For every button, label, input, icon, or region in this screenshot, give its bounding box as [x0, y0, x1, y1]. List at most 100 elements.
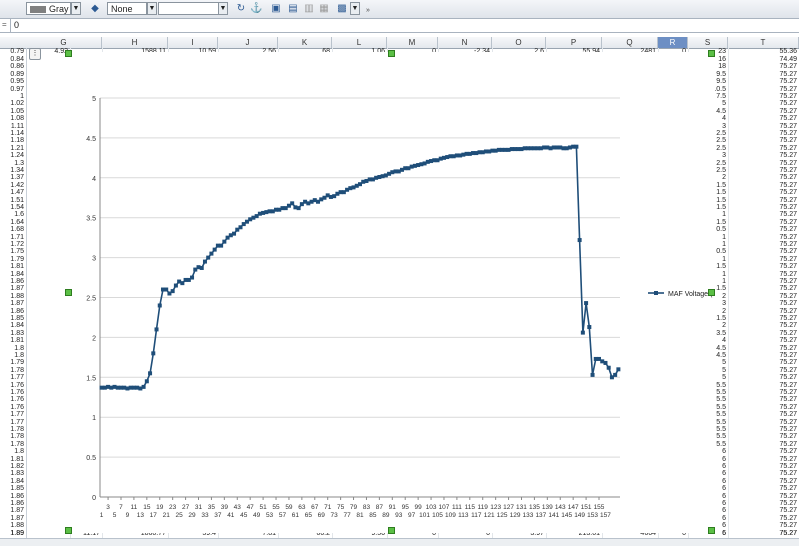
y-tick-label: 0 — [92, 495, 96, 502]
column-header-p[interactable]: P — [546, 37, 602, 48]
chart-type-icon[interactable]: ▩ — [336, 3, 348, 15]
line-color-select[interactable]: Gray — [26, 2, 71, 15]
data-point — [157, 303, 162, 308]
column-header-s[interactable]: S — [688, 37, 728, 48]
formula-input[interactable]: 0 — [10, 19, 798, 32]
x-tick-label: 65 — [305, 512, 313, 519]
cell-a[interactable]: 1.89 — [0, 530, 26, 538]
line-style-select[interactable]: None — [107, 2, 147, 15]
line-color-dropdown-arrow[interactable]: ▼ — [71, 2, 81, 15]
cell-a[interactable]: 0.79 — [0, 48, 26, 56]
toolbar-overflow-icon[interactable]: » — [362, 5, 374, 17]
x-tick-label: 47 — [247, 504, 255, 511]
line-style-dropdown-arrow[interactable]: ▼ — [147, 2, 157, 15]
chart-handle-top-right[interactable] — [708, 50, 715, 57]
data-point — [148, 371, 153, 376]
x-tick-label: 55 — [272, 504, 280, 511]
chart-svg: 00.511.522.533.544.553 7 11 15 19 23 27 31 35 39 4… — [86, 96, 719, 519]
x-tick-label: 35 — [208, 504, 216, 511]
data-point — [232, 231, 237, 236]
x-tick-label: 81 — [356, 512, 364, 519]
data-point — [219, 243, 224, 248]
data-point — [154, 327, 159, 332]
x-tick-label: 79 — [350, 504, 358, 511]
x-tick-label: 7 — [119, 504, 123, 511]
y-tick-label: 1.5 — [86, 375, 96, 382]
data-point — [212, 247, 217, 252]
column-header-r[interactable]: R — [658, 37, 688, 48]
x-tick-label: 13 — [137, 512, 145, 519]
column-header-h[interactable]: H — [102, 37, 168, 48]
x-tick-label: 11 — [131, 504, 138, 511]
x-tick-label: 49 — [253, 512, 261, 519]
y-tick-label: 0.5 — [86, 455, 96, 462]
paint-bucket-icon[interactable]: ◆ — [89, 3, 101, 15]
blank-select-dropdown-arrow[interactable]: ▼ — [218, 2, 228, 15]
data-point — [603, 360, 608, 365]
x-tick-label: 85 — [369, 512, 377, 519]
x-tick-label: 141 — [548, 512, 559, 519]
column-header-n[interactable]: N — [438, 37, 492, 48]
column-header-k[interactable]: K — [278, 37, 332, 48]
cell-anchor-button[interactable]: ⋮ — [29, 48, 41, 60]
data-point — [296, 206, 301, 211]
column-header-g[interactable]: G — [26, 37, 102, 48]
x-tick-label: 73 — [331, 512, 339, 519]
data-point — [616, 367, 621, 372]
y-tick-label: 3.5 — [86, 216, 96, 223]
x-tick-label: 115 — [465, 504, 476, 511]
x-tick-label: 107 — [439, 504, 450, 511]
chart-handle-bottom-left[interactable] — [65, 527, 72, 534]
column-header-m[interactable]: M — [387, 37, 438, 48]
data-point — [199, 265, 204, 270]
group-icon[interactable]: ▦ — [318, 3, 330, 15]
bring-forward-icon[interactable]: ▣ — [270, 3, 282, 15]
y-tick-label: 3 — [92, 256, 96, 263]
chart-handle-top[interactable] — [388, 50, 395, 57]
x-tick-label: 99 — [415, 504, 423, 511]
data-point — [590, 372, 595, 377]
x-tick-label: 23 — [169, 504, 177, 511]
data-point — [209, 251, 214, 256]
chart-handle-top-left[interactable] — [65, 50, 72, 57]
x-tick-label: 25 — [176, 512, 184, 519]
chart-handle-bottom-right[interactable] — [708, 527, 715, 534]
y-tick-label: 5 — [92, 96, 96, 103]
x-tick-label: 111 — [452, 504, 462, 511]
column-header-t[interactable]: T — [728, 37, 799, 48]
blank-select[interactable] — [158, 2, 225, 15]
rotate-icon[interactable]: ↻ — [235, 3, 247, 15]
cell-t[interactable]: 75.27 — [728, 530, 799, 538]
column-header-l[interactable]: L — [332, 37, 387, 48]
chart-type-dropdown-arrow[interactable]: ▼ — [350, 2, 360, 15]
chart-handle-bottom[interactable] — [388, 527, 395, 534]
column-header-j[interactable]: J — [218, 37, 278, 48]
x-tick-label: 155 — [594, 504, 605, 511]
chart-handle-right[interactable] — [708, 289, 715, 296]
anchor-icon[interactable]: ⚓ — [250, 3, 262, 15]
x-tick-label: 89 — [382, 512, 390, 519]
x-tick-label: 61 — [292, 512, 300, 519]
x-tick-label: 27 — [182, 504, 190, 511]
x-tick-label: 117 — [471, 512, 482, 519]
x-tick-label: 93 — [395, 512, 403, 519]
x-tick-label: 43 — [234, 504, 242, 511]
data-point — [584, 301, 589, 306]
x-tick-label: 71 — [324, 504, 332, 511]
align-icon[interactable]: ▥ — [303, 3, 315, 15]
column-header-i[interactable]: I — [168, 37, 218, 48]
x-tick-label: 77 — [343, 512, 351, 519]
x-tick-label: 121 — [484, 512, 495, 519]
chart-handle-left[interactable] — [65, 289, 72, 296]
data-point — [577, 238, 582, 243]
x-tick-label: 5 — [113, 512, 117, 519]
send-backward-icon[interactable]: ▤ — [287, 3, 299, 15]
column-header-q[interactable]: Q — [602, 37, 658, 48]
data-point — [222, 239, 227, 244]
chart-area[interactable]: 0 0.5 1 1.5 2 2.5 3 3.5 4 4.5 5 3 7 11 15 19 23 27 31 35 39 4… — [70, 52, 719, 533]
cell-t[interactable]: 55.36 — [728, 48, 799, 56]
data-point — [206, 255, 211, 260]
x-tick-label: 29 — [188, 512, 196, 519]
x-tick-label: 129 — [510, 512, 521, 519]
column-header-o[interactable]: O — [492, 37, 546, 48]
